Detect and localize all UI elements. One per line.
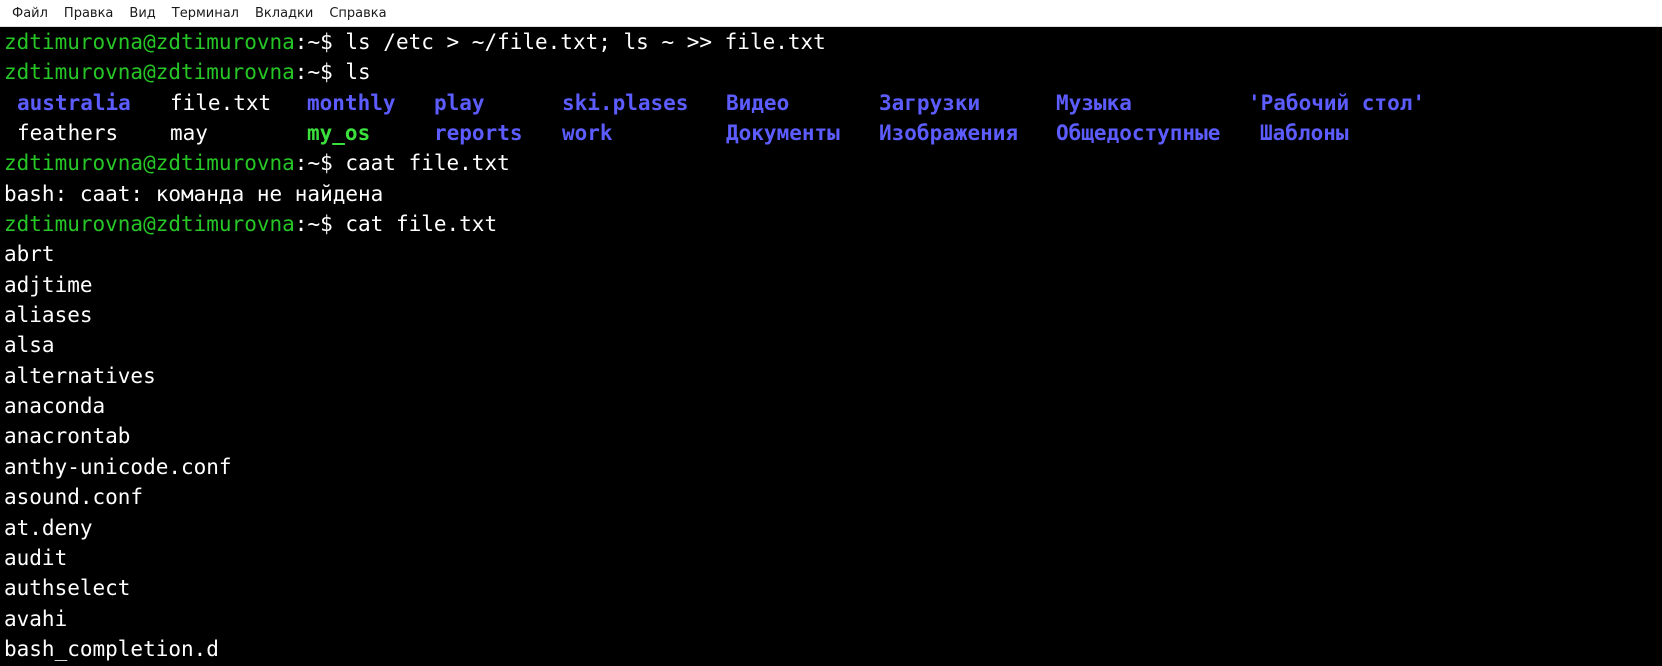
ls-entry: work [562, 121, 613, 146]
cat-output-line: alternatives [4, 363, 156, 388]
menu-edit[interactable]: Правка [56, 0, 121, 27]
cat-output-line: alsa [4, 333, 55, 358]
ls-entry: Изображения [879, 121, 1019, 146]
cat-output-line: avahi [4, 606, 68, 631]
ls-entry: Загрузки [879, 90, 981, 115]
cat-output-line: asound.conf [4, 485, 144, 510]
ls-entry: file.txt [170, 90, 272, 115]
prompt-suffix: :~$ [294, 30, 346, 54]
menu-view[interactable]: Вид [121, 0, 163, 27]
cat-output-line: bash_completion.d [4, 636, 219, 661]
command-text: ls [345, 60, 371, 85]
cat-output-line: audit [4, 545, 68, 570]
ls-entry: Шаблоны [1260, 121, 1349, 146]
prompt-suffix: :~$ [294, 60, 346, 85]
command-line-3: zdtimurovna@zdtimurovna:~$ caat file.txt [0, 148, 1662, 178]
menu-help[interactable]: Справка [321, 0, 394, 27]
cat-output-line: at.deny [4, 515, 93, 540]
menu-file[interactable]: Файл [4, 0, 56, 27]
error-message: bash: caat: команда не найдена [4, 181, 384, 206]
cat-output-line: abrt [4, 242, 55, 267]
ls-entry: ski.plases [562, 90, 689, 115]
command-text: caat file.txt [345, 151, 510, 176]
cat-output-line: anacrontab [4, 424, 131, 449]
ls-output-row-2: feathers may my_os reports work Документ… [0, 118, 1662, 148]
menu-tabs[interactable]: Вкладки [247, 0, 321, 27]
cat-output-line: aliases [4, 303, 93, 328]
cat-output-line: adjtime [4, 272, 93, 297]
prompt-suffix: :~$ [294, 151, 346, 176]
cat-output-line: anthy-unicode.conf [4, 454, 232, 479]
menu-bar: Файл Правка Вид Терминал Вкладки Справка [0, 0, 1662, 27]
ls-entry: 'Рабочий стол' [1248, 90, 1426, 115]
ls-entry: Общедоступные [1056, 121, 1221, 146]
prompt-user-host: zdtimurovna@zdtimurovna [4, 60, 295, 85]
ls-entry: Музыка [1056, 90, 1132, 115]
prompt-user-host: zdtimurovna@zdtimurovna [4, 30, 295, 54]
prompt-suffix: :~$ [294, 212, 346, 237]
menu-terminal[interactable]: Терминал [164, 0, 247, 27]
command-line-2: zdtimurovna@zdtimurovna:~$ ls [0, 57, 1662, 87]
ls-entry: play [434, 90, 485, 115]
ls-entry: australia [17, 90, 131, 115]
terminal-output[interactable]: zdtimurovna@zdtimurovna:~$ ls /etc > ~/f… [0, 27, 1662, 666]
command-text: ls /etc > ~/file.txt; ls ~ >> file.txt [345, 30, 826, 54]
terminal-window: Файл Правка Вид Терминал Вкладки Справка… [0, 0, 1662, 666]
ls-entry: my_os [307, 121, 371, 146]
command-line-4: zdtimurovna@zdtimurovna:~$ cat file.txt [0, 209, 1662, 239]
command-line-1: zdtimurovna@zdtimurovna:~$ ls /etc > ~/f… [0, 27, 1662, 57]
cat-output-line: authselect [4, 576, 131, 601]
ls-entry: may [170, 121, 208, 146]
ls-entry: Видео [726, 90, 790, 115]
cat-output-line: anaconda [4, 394, 106, 419]
ls-entry: reports [434, 121, 523, 146]
ls-entry: monthly [307, 90, 396, 115]
ls-output-row-1: australia file.txt monthly play ski.plas… [0, 88, 1662, 118]
command-text: cat file.txt [345, 212, 498, 237]
ls-entry: feathers [17, 121, 119, 146]
ls-entry: Документы [726, 121, 840, 146]
